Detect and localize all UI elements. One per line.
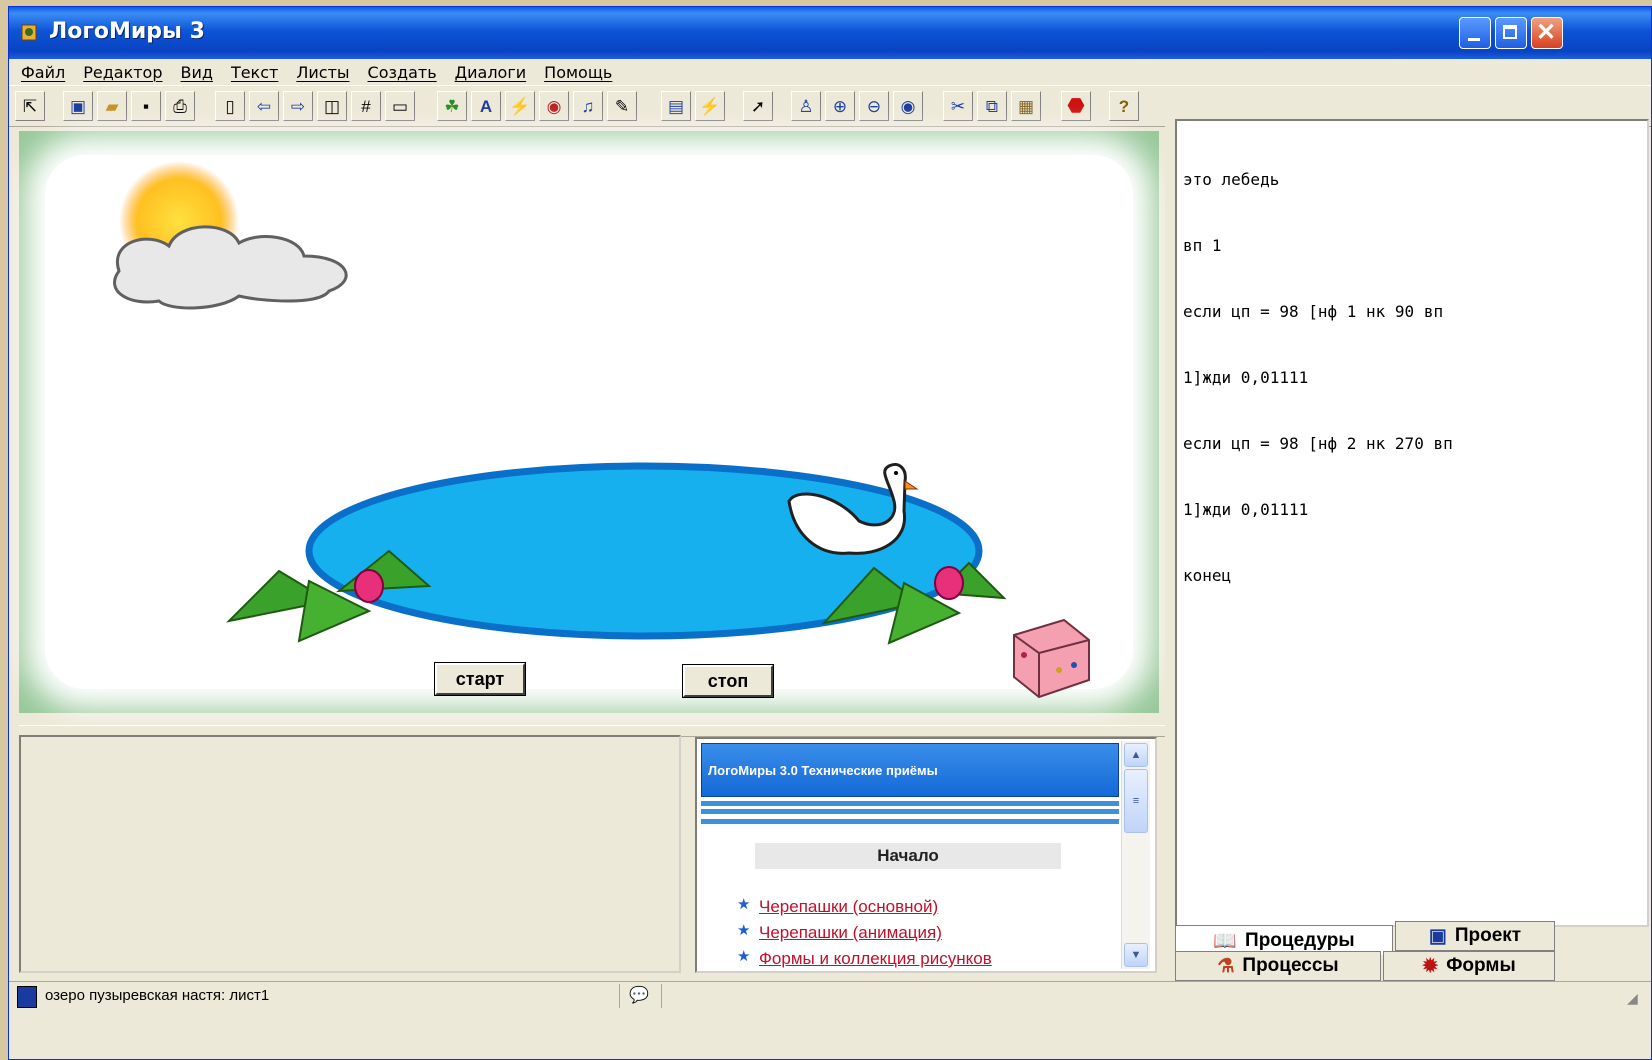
menu-file[interactable]: Файл	[21, 63, 65, 82]
pointer-icon[interactable]: ⇱	[15, 91, 45, 121]
help-scrollbar[interactable]: ▲ ≡ ▼	[1121, 741, 1150, 969]
eye-icon[interactable]: ◉	[893, 91, 923, 121]
bullet-star-icon: ★	[737, 922, 751, 939]
help-section-title: Начало	[755, 843, 1061, 869]
swan-turtle[interactable]	[779, 461, 919, 561]
app-window: ЛогоМиры 3 ✕ Файл Редактор Вид Текст Лис…	[8, 6, 1652, 1060]
new-page-icon[interactable]: ▯	[215, 91, 245, 121]
maximize-button[interactable]	[1495, 17, 1527, 49]
help-link-turtles-animation[interactable]: Черепашки (анимация)	[759, 923, 942, 943]
button-tool-icon[interactable]: ◉	[539, 91, 569, 121]
help-link-shapes[interactable]: Формы и коллекция рисунков	[759, 949, 992, 969]
tab-project[interactable]: ▣ Проект	[1395, 921, 1555, 951]
tab-label: Формы	[1446, 955, 1516, 976]
stop-button[interactable]: стоп	[682, 664, 774, 698]
tab-label: Проект	[1454, 925, 1522, 946]
help-divider	[701, 801, 1119, 806]
menu-bar: Файл Редактор Вид Текст Листы Создать Ди…	[9, 59, 1651, 85]
bug-icon: ✹	[1422, 955, 1439, 977]
code-line: вп 1	[1183, 236, 1222, 255]
menu-view[interactable]: Вид	[181, 63, 213, 82]
code-line: если цп = 98 [нф 1 нк 90 вп	[1183, 302, 1444, 321]
paste-icon[interactable]: ▦	[1011, 91, 1041, 121]
arrow-select-icon[interactable]: ➚	[743, 91, 773, 121]
close-button[interactable]: ✕	[1531, 17, 1563, 49]
chat-icon[interactable]: 💬	[629, 985, 649, 1005]
sun-cloud-image[interactable]	[59, 161, 359, 321]
help-divider	[701, 819, 1119, 824]
bullet-star-icon: ★	[737, 896, 751, 913]
open-icon[interactable]: ▰	[97, 91, 127, 121]
status-bar: озеро пузыревская настя: лист1 💬 ◢	[9, 981, 1651, 1010]
code-line: если цп = 98 [нф 2 нк 270 вп	[1183, 434, 1453, 453]
stamp-icon[interactable]: ♙	[791, 91, 821, 121]
print-icon[interactable]: ⎙	[165, 91, 195, 121]
menu-pages[interactable]: Листы	[296, 63, 349, 82]
video-icon[interactable]: ▤	[661, 91, 691, 121]
status-text: озеро пузыревская настя: лист1	[45, 987, 270, 1004]
menu-create[interactable]: Создать	[368, 63, 437, 82]
project-status-icon	[17, 986, 37, 1008]
vertical-splitter[interactable]	[1165, 119, 1175, 973]
code-line: это лебедь	[1183, 170, 1280, 189]
copy-icon[interactable]: ⧉	[977, 91, 1007, 121]
title-bar[interactable]: ЛогоМиры 3 ✕	[9, 7, 1651, 59]
status-separator	[661, 984, 662, 1008]
book-icon: 📖	[1213, 930, 1238, 952]
scroll-thumb[interactable]: ≡	[1124, 769, 1148, 833]
turtle-icon[interactable]: ☘	[437, 91, 467, 121]
resize-grip-icon[interactable]: ◢	[1627, 990, 1638, 1007]
help-panel: ЛогоМиры 3.0 Технические приёмы Начало ★…	[695, 737, 1157, 973]
code-line: 1]жди 0,01111	[1183, 500, 1309, 519]
work-canvas[interactable]: старт стоп	[19, 131, 1159, 713]
minimize-button[interactable]	[1459, 17, 1491, 49]
split-view-icon[interactable]: ◫	[317, 91, 347, 121]
help-header: ЛогоМиры 3.0 Технические приёмы	[701, 743, 1119, 797]
stop-all-icon[interactable]: ⬣	[1061, 91, 1091, 121]
tab-processes[interactable]: ⚗ Процессы	[1175, 951, 1381, 981]
save-icon[interactable]: ▪	[131, 91, 161, 121]
next-page-icon[interactable]: ⇨	[283, 91, 313, 121]
code-line: 1]жди 0,01111	[1183, 368, 1309, 387]
textbox-icon[interactable]: A	[471, 91, 501, 121]
menu-editor[interactable]: Редактор	[83, 63, 162, 82]
cut-icon[interactable]: ✂	[943, 91, 973, 121]
prev-page-icon[interactable]: ⇦	[249, 91, 279, 121]
scroll-up-icon[interactable]: ▲	[1124, 743, 1148, 767]
water-lily-left	[225, 549, 432, 643]
help-icon[interactable]: ?	[1109, 91, 1139, 121]
project-icon: ▣	[1428, 925, 1447, 947]
help-link-turtles-basic[interactable]: Черепашки (основной)	[759, 897, 938, 917]
menu-text[interactable]: Текст	[231, 63, 278, 82]
status-separator	[619, 984, 620, 1008]
lightning-icon[interactable]: ⚡	[695, 91, 725, 121]
project-icon[interactable]: ▣	[63, 91, 93, 121]
procedures-text[interactable]: это лебедь вп 1 если цп = 98 [нф 1 нк 90…	[1183, 125, 1453, 631]
music-icon[interactable]: ♫	[573, 91, 603, 121]
window-title: ЛогоМиры 3	[49, 19, 205, 44]
zoom-out-icon[interactable]: ⊖	[859, 91, 889, 121]
procedures-editor[interactable]: это лебедь вп 1 если цп = 98 [нф 1 нк 90…	[1175, 119, 1649, 927]
close-icon: ✕	[1536, 19, 1557, 46]
music-box-image[interactable]	[1009, 615, 1099, 699]
slider-tool-icon[interactable]: ⚡	[505, 91, 535, 121]
start-button[interactable]: старт	[434, 662, 526, 696]
frame-icon[interactable]: ▭	[385, 91, 415, 121]
grid-icon[interactable]: #	[351, 91, 381, 121]
tab-label: Процессы	[1242, 955, 1339, 976]
zoom-in-icon[interactable]: ⊕	[825, 91, 855, 121]
tab-label: Процедуры	[1245, 929, 1355, 951]
code-line: конец	[1183, 566, 1232, 585]
app-icon	[21, 24, 37, 41]
help-divider	[701, 809, 1119, 814]
bullet-star-icon: ★	[737, 948, 751, 965]
flask-icon: ⚗	[1217, 955, 1235, 977]
microphone-icon[interactable]: ✎	[607, 91, 637, 121]
scroll-down-icon[interactable]: ▼	[1124, 943, 1148, 967]
menu-help[interactable]: Помощь	[544, 63, 612, 82]
command-center[interactable]	[19, 735, 681, 973]
tab-forms[interactable]: ✹ Формы	[1383, 951, 1555, 981]
menu-dialogs[interactable]: Диалоги	[455, 63, 527, 82]
